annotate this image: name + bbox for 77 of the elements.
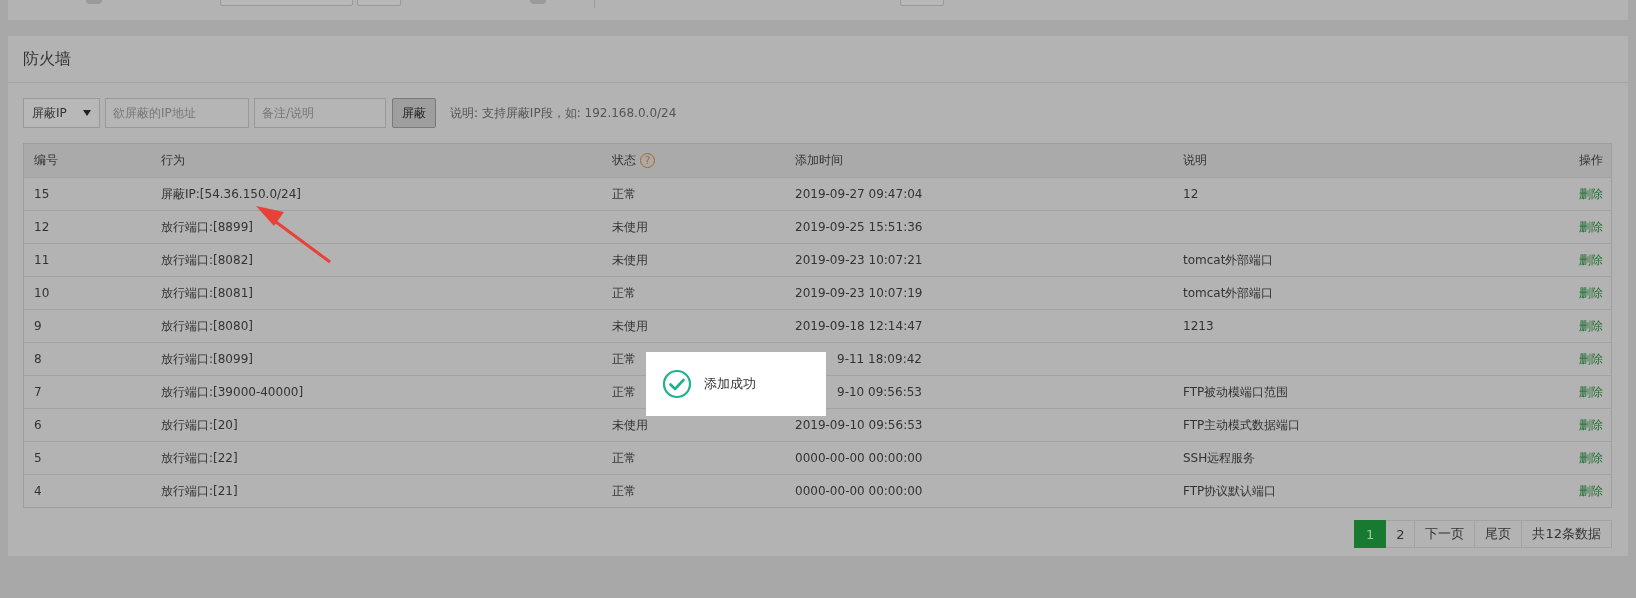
- column-header: 添加时间: [794, 152, 843, 169]
- delete-link[interactable]: 删除: [1579, 218, 1611, 236]
- table-cell-text: 1213: [1182, 319, 1214, 333]
- table-cell-text: 放行端口:[22]: [160, 449, 238, 467]
- table-cell-text: 8: [33, 352, 42, 366]
- delete-link[interactable]: 删除: [1579, 185, 1611, 203]
- table-cell-text: 0000-00-00 00:00:00: [794, 484, 923, 498]
- note-field[interactable]: 备注/说明: [254, 98, 386, 128]
- table-cell-text: 正常: [611, 185, 636, 203]
- table-cell-text: tomcat外部端口: [1182, 284, 1274, 302]
- table-cell-text: 放行端口:[8082]: [160, 251, 253, 269]
- table-cell-text: 正常: [611, 350, 636, 368]
- table-cell-text: FTP协议默认端口: [1182, 482, 1277, 500]
- next-page-button[interactable]: 下一页: [1415, 520, 1476, 548]
- table-cell-text: 屏蔽IP:[54.36.150.0/24]: [160, 185, 301, 203]
- table-cell-text: 5: [33, 451, 42, 465]
- table-cell-text: 10: [33, 286, 50, 300]
- table-cell-text: 正常: [611, 449, 636, 467]
- table-cell-text: 正常: [611, 284, 636, 302]
- last-page-button[interactable]: 尾页: [1475, 520, 1523, 548]
- column-header: 行为: [160, 152, 185, 169]
- table-cell-text: 2019-09-18 12:14:47: [794, 319, 923, 333]
- table-cell-text: 12: [1182, 187, 1199, 201]
- caret-icon: [83, 110, 91, 116]
- table-cell-text: 12: [33, 220, 50, 234]
- delete-link[interactable]: 删除: [1579, 383, 1611, 401]
- table-cell-text: 2019-09-23 10:07:19: [794, 286, 923, 300]
- table-cell-text: 2019-09-10 09:56:53: [794, 418, 923, 432]
- table-cell-text: 2019-09-23 10:07:21: [794, 253, 923, 267]
- table-cell-text: 15: [33, 187, 50, 201]
- toast-message: 添加成功: [704, 375, 756, 393]
- table-cell-text: 9-11 18:09:42: [836, 352, 922, 366]
- table-cell-text: 放行端口:[39000-40000]: [160, 383, 304, 401]
- table-cell-text: 放行端口:[8080]: [160, 317, 253, 335]
- table-cell-text: 9-10 09:56:53: [836, 385, 922, 399]
- table-cell-text: 未使用: [611, 416, 648, 434]
- page-button[interactable]: 2: [1386, 520, 1416, 548]
- table-cell-text: 2019-09-25 15:51:36: [794, 220, 923, 234]
- hint-text: 说明: 支持屏蔽IP段，如: 192.168.0.0/24: [450, 104, 677, 122]
- type-select[interactable]: 屏蔽IP: [23, 98, 100, 128]
- table-cell-text: 正常: [611, 482, 636, 500]
- table-cell-text: 未使用: [611, 317, 648, 335]
- page-button[interactable]: 1: [1353, 520, 1387, 548]
- panel-title: 防火墙: [23, 48, 71, 70]
- table-cell-text: FTP被动模端口范围: [1182, 383, 1289, 401]
- column-header: 操作: [1579, 152, 1604, 169]
- table-cell-text: 放行端口:[20]: [160, 416, 238, 434]
- table-cell-text: tomcat外部端口: [1182, 251, 1274, 269]
- table-cell-text: 0000-00-00 00:00:00: [794, 451, 923, 465]
- table-cell-text: 放行端口:[8081]: [160, 284, 253, 302]
- total-count: 共12条数据: [1522, 520, 1612, 548]
- table-cell-text: 7: [33, 385, 42, 399]
- delete-link[interactable]: 删除: [1579, 251, 1611, 269]
- column-header: 编号: [33, 152, 58, 169]
- block-button[interactable]: 屏蔽: [392, 98, 436, 128]
- delete-link[interactable]: 删除: [1579, 449, 1611, 467]
- check-icon: [662, 369, 692, 399]
- delete-link[interactable]: 删除: [1579, 284, 1611, 302]
- delete-link[interactable]: 删除: [1579, 350, 1611, 368]
- column-header: 说明: [1182, 152, 1207, 169]
- delete-link[interactable]: 删除: [1579, 317, 1611, 335]
- table-cell-text: 未使用: [611, 218, 648, 236]
- delete-link[interactable]: 删除: [1579, 482, 1611, 500]
- table-cell-text: 11: [33, 253, 50, 267]
- column-header: 状态: [612, 152, 636, 169]
- table-cell-text: 6: [33, 418, 42, 432]
- table-cell-text: 放行端口:[8899]: [160, 218, 253, 236]
- table-cell-text: 未使用: [611, 251, 648, 269]
- table-cell-text: 2019-09-27 09:47:04: [794, 187, 923, 201]
- table-cell-text: FTP主动模式数据端口: [1182, 416, 1301, 434]
- table-cell-text: 4: [33, 484, 42, 498]
- delete-link[interactable]: 删除: [1579, 416, 1611, 434]
- table-cell-text: 放行端口:[21]: [160, 482, 238, 500]
- table-cell-text: 9: [33, 319, 42, 333]
- table-cell-text: SSH远程服务: [1182, 449, 1256, 467]
- table-cell-text: 放行端口:[8099]: [160, 350, 253, 368]
- table-cell-text: 正常: [611, 383, 636, 401]
